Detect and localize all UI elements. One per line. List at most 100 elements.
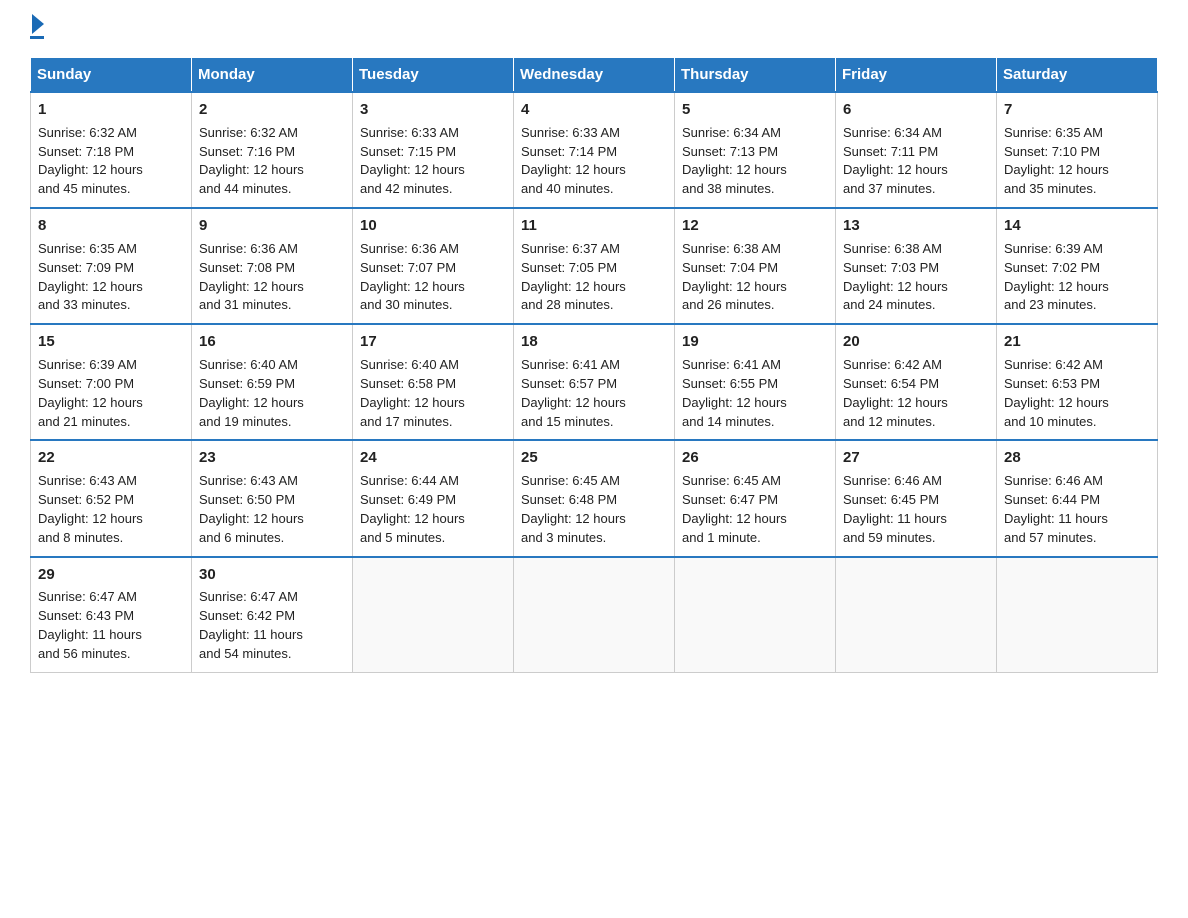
calendar-cell: 25 Sunrise: 6:45 AMSunset: 6:48 PMDayligh… — [514, 440, 675, 556]
day-number: 25 — [521, 447, 667, 469]
header-cell-sunday: Sunday — [31, 58, 192, 93]
week-row-2: 8 Sunrise: 6:35 AMSunset: 7:09 PMDaylight… — [31, 208, 1158, 324]
calendar-cell: 11 Sunrise: 6:37 AMSunset: 7:05 PMDayligh… — [514, 208, 675, 324]
week-row-4: 22Sunrise: 6:43 AMSunset: 6:52 PMDayligh… — [31, 440, 1158, 556]
day-info: Sunrise: 6:42 AMSunset: 6:53 PMDaylight:… — [1004, 356, 1150, 431]
header-row: SundayMondayTuesdayWednesdayThursdayFrid… — [31, 58, 1158, 93]
calendar-cell: 29Sunrise: 6:47 AMSunset: 6:43 PMDayligh… — [31, 557, 192, 673]
day-info: Sunrise: 6:39 AMSunset: 7:02 PMDaylight:… — [1004, 240, 1150, 315]
day-info: Sunrise: 6:38 AMSunset: 7:03 PMDaylight:… — [843, 240, 989, 315]
calendar-cell: 13 Sunrise: 6:38 AMSunset: 7:03 PMDayligh… — [836, 208, 997, 324]
day-number: 9 — [199, 215, 345, 237]
logo — [30, 20, 44, 39]
day-number: 14 — [1004, 215, 1150, 237]
day-number: 8 — [38, 215, 184, 237]
day-info: Sunrise: 6:46 AMSunset: 6:44 PMDaylight:… — [1004, 472, 1150, 547]
calendar-cell: 23 Sunrise: 6:43 AMSunset: 6:50 PMDayligh… — [192, 440, 353, 556]
calendar-cell: 3 Sunrise: 6:33 AMSunset: 7:15 PMDaylight… — [353, 92, 514, 208]
day-number: 26 — [682, 447, 828, 469]
day-info: Sunrise: 6:40 AMSunset: 6:58 PMDaylight:… — [360, 356, 506, 431]
day-info: Sunrise: 6:35 AMSunset: 7:10 PMDaylight:… — [1004, 124, 1150, 199]
calendar-cell: 15Sunrise: 6:39 AMSunset: 7:00 PMDayligh… — [31, 324, 192, 440]
day-info: Sunrise: 6:41 AMSunset: 6:57 PMDaylight:… — [521, 356, 667, 431]
day-number: 3 — [360, 99, 506, 121]
logo-arrow-icon — [32, 14, 44, 34]
day-info: Sunrise: 6:43 AMSunset: 6:52 PMDaylight:… — [38, 472, 184, 547]
calendar-cell: 10 Sunrise: 6:36 AMSunset: 7:07 PMDayligh… — [353, 208, 514, 324]
day-info: Sunrise: 6:47 AMSunset: 6:43 PMDaylight:… — [38, 588, 184, 663]
calendar-cell: 9 Sunrise: 6:36 AMSunset: 7:08 PMDaylight… — [192, 208, 353, 324]
day-info: Sunrise: 6:36 AMSunset: 7:08 PMDaylight:… — [199, 240, 345, 315]
calendar-cell: 12 Sunrise: 6:38 AMSunset: 7:04 PMDayligh… — [675, 208, 836, 324]
day-info: Sunrise: 6:38 AMSunset: 7:04 PMDaylight:… — [682, 240, 828, 315]
calendar-cell: 22Sunrise: 6:43 AMSunset: 6:52 PMDayligh… — [31, 440, 192, 556]
day-info: Sunrise: 6:44 AMSunset: 6:49 PMDaylight:… — [360, 472, 506, 547]
calendar-cell: 14 Sunrise: 6:39 AMSunset: 7:02 PMDayligh… — [997, 208, 1158, 324]
day-number: 27 — [843, 447, 989, 469]
calendar-cell: 1 Sunrise: 6:32 AMSunset: 7:18 PMDaylight… — [31, 92, 192, 208]
day-info: Sunrise: 6:42 AMSunset: 6:54 PMDaylight:… — [843, 356, 989, 431]
calendar-header: SundayMondayTuesdayWednesdayThursdayFrid… — [31, 58, 1158, 93]
day-info: Sunrise: 6:35 AMSunset: 7:09 PMDaylight:… — [38, 240, 184, 315]
calendar-cell — [997, 557, 1158, 673]
day-info: Sunrise: 6:46 AMSunset: 6:45 PMDaylight:… — [843, 472, 989, 547]
day-number: 20 — [843, 331, 989, 353]
calendar-cell: 4 Sunrise: 6:33 AMSunset: 7:14 PMDaylight… — [514, 92, 675, 208]
calendar-cell — [353, 557, 514, 673]
day-info: Sunrise: 6:33 AMSunset: 7:15 PMDaylight:… — [360, 124, 506, 199]
day-number: 29 — [38, 564, 184, 586]
day-info: Sunrise: 6:34 AMSunset: 7:11 PMDaylight:… — [843, 124, 989, 199]
calendar-cell: 27 Sunrise: 6:46 AMSunset: 6:45 PMDayligh… — [836, 440, 997, 556]
logo-underline — [30, 36, 44, 39]
day-info: Sunrise: 6:36 AMSunset: 7:07 PMDaylight:… — [360, 240, 506, 315]
day-number: 10 — [360, 215, 506, 237]
week-row-1: 1 Sunrise: 6:32 AMSunset: 7:18 PMDaylight… — [31, 92, 1158, 208]
header-cell-wednesday: Wednesday — [514, 58, 675, 93]
day-info: Sunrise: 6:45 AMSunset: 6:48 PMDaylight:… — [521, 472, 667, 547]
day-info: Sunrise: 6:39 AMSunset: 7:00 PMDaylight:… — [38, 356, 184, 431]
day-number: 18 — [521, 331, 667, 353]
calendar-cell: 30Sunrise: 6:47 AMSunset: 6:42 PMDayligh… — [192, 557, 353, 673]
day-number: 1 — [38, 99, 184, 121]
calendar-cell — [514, 557, 675, 673]
calendar-cell: 17 Sunrise: 6:40 AMSunset: 6:58 PMDayligh… — [353, 324, 514, 440]
day-number: 11 — [521, 215, 667, 237]
calendar-cell: 2 Sunrise: 6:32 AMSunset: 7:16 PMDaylight… — [192, 92, 353, 208]
day-number: 23 — [199, 447, 345, 469]
day-number: 2 — [199, 99, 345, 121]
day-number: 13 — [843, 215, 989, 237]
day-number: 17 — [360, 331, 506, 353]
week-row-3: 15Sunrise: 6:39 AMSunset: 7:00 PMDayligh… — [31, 324, 1158, 440]
day-info: Sunrise: 6:43 AMSunset: 6:50 PMDaylight:… — [199, 472, 345, 547]
day-number: 12 — [682, 215, 828, 237]
day-info: Sunrise: 6:40 AMSunset: 6:59 PMDaylight:… — [199, 356, 345, 431]
calendar-table: SundayMondayTuesdayWednesdayThursdayFrid… — [30, 57, 1158, 673]
day-info: Sunrise: 6:45 AMSunset: 6:47 PMDaylight:… — [682, 472, 828, 547]
day-number: 28 — [1004, 447, 1150, 469]
calendar-cell: 20 Sunrise: 6:42 AMSunset: 6:54 PMDayligh… — [836, 324, 997, 440]
day-info: Sunrise: 6:33 AMSunset: 7:14 PMDaylight:… — [521, 124, 667, 199]
day-number: 30 — [199, 564, 345, 586]
calendar-cell: 21Sunrise: 6:42 AMSunset: 6:53 PMDayligh… — [997, 324, 1158, 440]
calendar-cell: 5Sunrise: 6:34 AMSunset: 7:13 PMDaylight… — [675, 92, 836, 208]
header-cell-monday: Monday — [192, 58, 353, 93]
calendar-body: 1 Sunrise: 6:32 AMSunset: 7:18 PMDaylight… — [31, 92, 1158, 672]
calendar-cell: 6Sunrise: 6:34 AMSunset: 7:11 PMDaylight… — [836, 92, 997, 208]
day-info: Sunrise: 6:47 AMSunset: 6:42 PMDaylight:… — [199, 588, 345, 663]
header-cell-saturday: Saturday — [997, 58, 1158, 93]
calendar-cell: 16Sunrise: 6:40 AMSunset: 6:59 PMDayligh… — [192, 324, 353, 440]
week-row-5: 29Sunrise: 6:47 AMSunset: 6:43 PMDayligh… — [31, 557, 1158, 673]
calendar-cell: 24Sunrise: 6:44 AMSunset: 6:49 PMDayligh… — [353, 440, 514, 556]
day-info: Sunrise: 6:34 AMSunset: 7:13 PMDaylight:… — [682, 124, 828, 199]
day-info: Sunrise: 6:32 AMSunset: 7:16 PMDaylight:… — [199, 124, 345, 199]
header-cell-tuesday: Tuesday — [353, 58, 514, 93]
header-cell-thursday: Thursday — [675, 58, 836, 93]
day-info: Sunrise: 6:37 AMSunset: 7:05 PMDaylight:… — [521, 240, 667, 315]
calendar-cell — [836, 557, 997, 673]
day-number: 7 — [1004, 99, 1150, 121]
calendar-cell: 26 Sunrise: 6:45 AMSunset: 6:47 PMDayligh… — [675, 440, 836, 556]
day-info: Sunrise: 6:41 AMSunset: 6:55 PMDaylight:… — [682, 356, 828, 431]
day-info: Sunrise: 6:32 AMSunset: 7:18 PMDaylight:… — [38, 124, 184, 199]
day-number: 19 — [682, 331, 828, 353]
day-number: 4 — [521, 99, 667, 121]
